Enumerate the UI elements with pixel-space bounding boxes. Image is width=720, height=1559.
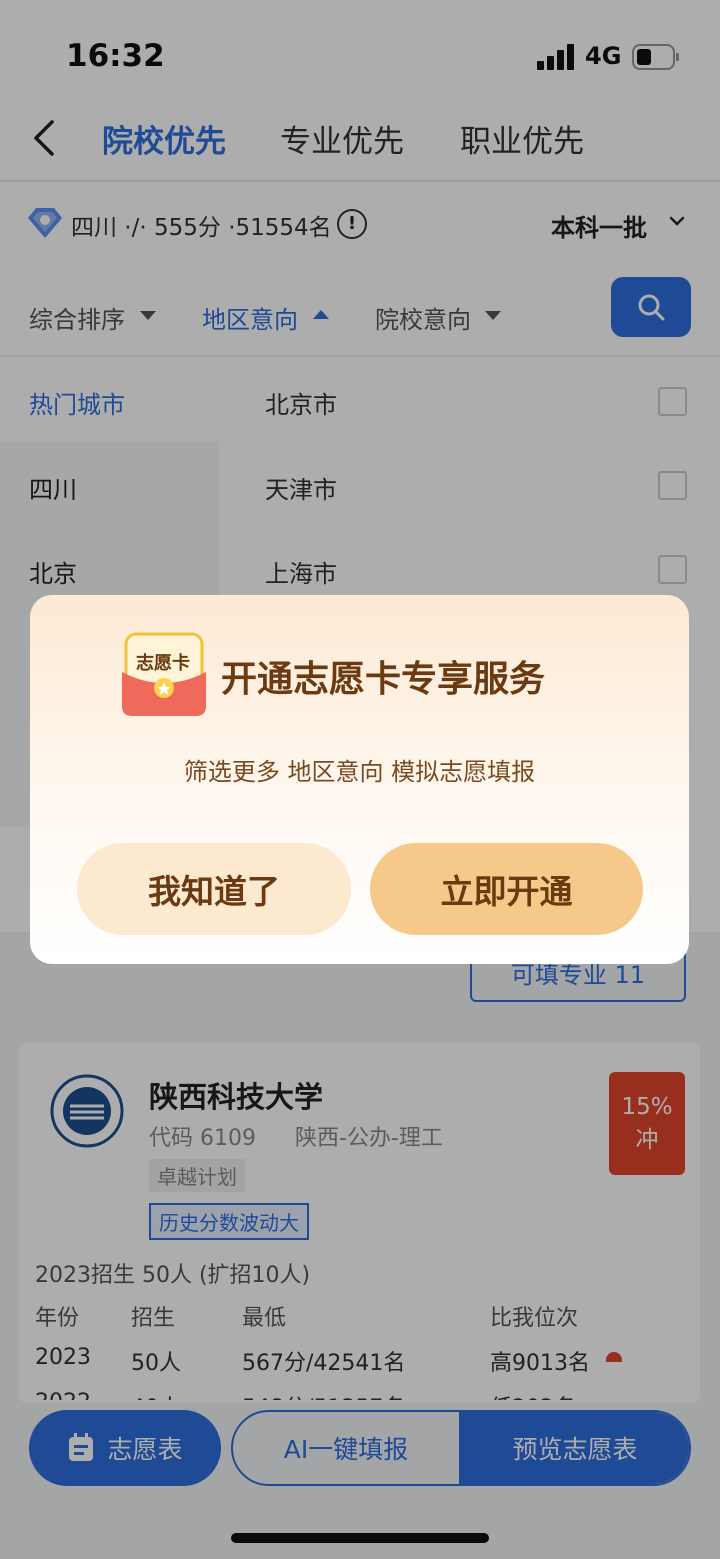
wish-card-envelope-icon	[122, 632, 206, 716]
modal-description: 筛选更多 地区意向 模拟志愿填报	[183, 758, 536, 786]
activate-button[interactable]: 立即开通	[370, 843, 643, 935]
badge-label: 志愿卡	[136, 653, 190, 674]
dismiss-button[interactable]: 我知道了	[77, 843, 351, 935]
membership-modal: 志愿卡 开通志愿卡专享服务 筛选更多 地区意向 模拟志愿填报 我知道了 立即开通	[30, 595, 689, 964]
modal-title: 开通志愿卡专享服务	[221, 659, 546, 700]
